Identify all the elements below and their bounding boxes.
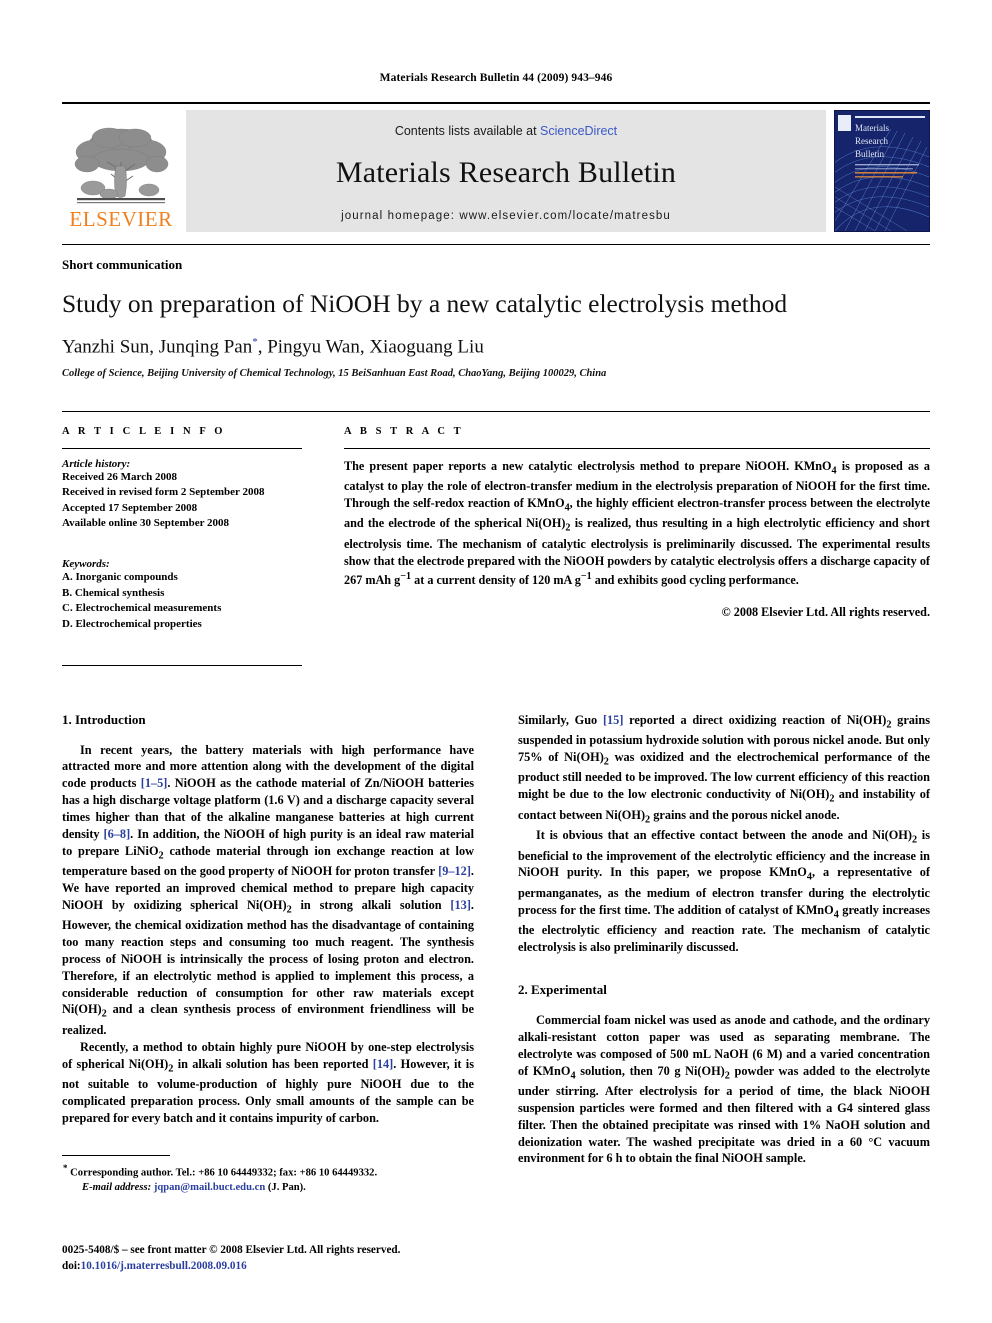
citation-link[interactable]: [6–8] [104,827,131,841]
email-label: E-mail address: [82,1182,152,1194]
experimental-paragraph-1: Commercial foam nickel was used as anode… [518,1012,930,1166]
journal-banner-center: Contents lists available at ScienceDirec… [186,110,826,232]
article-info-heading: A R T I C L E I N F O [62,425,226,437]
citation-link[interactable]: [9–12] [438,864,471,878]
article-info-bottom-rule [62,664,302,666]
elsevier-wordmark: ELSEVIER [69,207,173,231]
keyword-item: A. Inorganic compounds [62,571,178,584]
intro-paragraph-3: It is obvious that an effective contact … [518,828,931,955]
intro-paragraph-2-left: Recently, a method to obtain highly pure… [62,1039,474,1127]
elsevier-tree-icon [74,127,169,204]
author-names-primary: Yanzhi Sun, Junqing Pan [62,336,253,358]
cover-artwork: Materials Research Bulletin [835,111,929,231]
history-available-online: Available online 30 September 2008 [62,517,230,530]
contents-prefix-text: Contents lists available at [394,124,541,138]
footnote-contact-text: Corresponding author. Tel.: +86 10 64449… [70,1167,378,1179]
footnote-email-line: E-mail address: jqpan@mail.buct.edu.cn (… [62,1181,470,1196]
doi-line: doi:10.1016/j.materresbull.2008.09.016 [62,1258,562,1274]
author-list: Yanzhi Sun, Junqing Pan*, Pingyu Wan, Xi… [62,336,930,358]
abstract-column: A B S T R A C T The present paper report… [344,412,930,666]
journal-cover-thumbnail: Materials Research Bulletin [834,110,930,232]
email-link[interactable]: jqpan@mail.buct.edu.cn [154,1182,265,1193]
history-received: Received 26 March 2008 [62,470,177,483]
keyword-item: D. Electrochemical properties [62,617,202,630]
journal-banner: ELSEVIER Contents lists available at Sci… [62,102,930,232]
journal-title: Materials Research Bulletin [335,156,677,189]
keyword-item: B. Chemical synthesis [62,586,165,599]
text-run: . However, the chemical oxidization meth… [62,897,474,1037]
elsevier-logo: ELSEVIER [62,110,180,232]
contents-available-line: Contents lists available at ScienceDirec… [395,124,617,138]
running-head: Materials Research Bulletin 44 (2009) 94… [379,72,613,84]
citation-link[interactable]: [14] [373,1057,394,1071]
body-columns: 1. Introduction In recent years, the bat… [62,712,930,1168]
copyright-line: © 2008 Elsevier Ltd. All rights reserved… [721,605,930,620]
citation-link[interactable]: [13] [450,898,471,912]
article-info-column: A R T I C L E I N F O Article history: R… [62,412,302,666]
page-title: Study on preparation of NiOOH by a new c… [62,289,788,318]
author-names-rest: , Pingyu Wan, Xiaoguang Liu [257,336,484,358]
section-title-experimental: 2. Experimental [518,981,607,997]
journal-homepage-link[interactable]: journal homepage: www.elsevier.com/locat… [341,210,671,222]
corresponding-author-footnote: * Corresponding author. Tel.: +86 10 644… [62,1155,470,1196]
footnote-rule [62,1155,170,1156]
svg-text:Research: Research [855,136,888,146]
body-column-left: 1. Introduction In recent years, the bat… [62,712,474,1168]
text-run: Similarly, Guo [518,712,603,727]
section-title-introduction: 1. Introduction [62,711,146,727]
doi-link[interactable]: 10.1016/j.materresbull.2008.09.016 [81,1260,247,1272]
intro-paragraph-2-right: Similarly, Guo [15] reported a direct ox… [518,712,930,828]
page-footer: 0025-5408/$ – see front matter © 2008 El… [62,1242,562,1274]
keywords-label: Keywords: [62,558,110,571]
sciencedirect-link[interactable]: ScienceDirect [540,124,617,138]
article-info-rule [62,447,302,449]
text-run: reported a direct oxidizing reaction of … [518,712,930,826]
history-accepted: Accepted 17 September 2008 [62,501,198,514]
article-history-label: Article history: [62,457,131,470]
affiliation: College of Science, Beijing University o… [62,367,607,379]
citation-link[interactable]: [1–5] [141,776,168,790]
footnote-star-marker: * [63,1163,68,1173]
keywords-block: Keywords: A. Inorganic compounds B. Chem… [62,558,302,632]
body-column-right: Similarly, Guo [15] reported a direct ox… [518,712,930,1168]
abstract-rule [344,447,930,449]
svg-text:Materials: Materials [855,123,889,133]
footnote-contact-line: * Corresponding author. Tel.: +86 10 644… [62,1162,470,1181]
citation-link[interactable]: [15] [603,713,624,727]
history-revised: Received in revised form 2 September 200… [62,486,265,499]
svg-text:Bulletin: Bulletin [855,149,884,159]
doi-label: doi: [62,1260,81,1273]
email-suffix: (J. Pan). [267,1182,306,1194]
issn-copyright-line: 0025-5408/$ – see front matter © 2008 El… [62,1244,401,1256]
article-type-label: Short communication [62,257,183,272]
abstract-heading: A B S T R A C T [344,425,464,437]
keyword-item: C. Electrochemical measurements [62,602,222,615]
article-page: Materials Research Bulletin 44 (2009) 94… [0,0,992,1323]
info-abstract-block: A R T I C L E I N F O Article history: R… [62,410,930,666]
intro-paragraph-1: In recent years, the battery materials w… [62,742,474,1039]
abstract-text: The present paper reports a new catalyti… [344,458,930,587]
title-divider [62,244,930,245]
